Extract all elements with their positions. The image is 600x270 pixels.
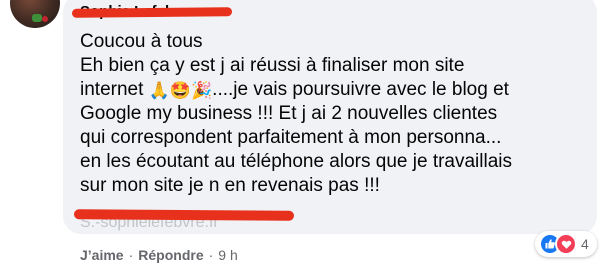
love-icon bbox=[555, 233, 577, 255]
avatar-detail-green bbox=[32, 14, 42, 22]
comment-line: internet 🙏🤩🎉....je vais poursuivre avec … bbox=[80, 78, 590, 102]
reactions-summary[interactable]: 4 bbox=[535, 231, 597, 257]
party-popper-emoji: 🎉 bbox=[191, 81, 213, 100]
separator-dot: · bbox=[128, 247, 134, 263]
folded-hands-emoji: 🙏 bbox=[148, 81, 170, 100]
like-button[interactable]: J’aime bbox=[80, 247, 124, 263]
redaction-mark-signature bbox=[73, 209, 295, 221]
avatar-detail-red bbox=[42, 16, 48, 22]
redaction-mark-author bbox=[71, 7, 233, 18]
reply-button[interactable]: Répondre bbox=[138, 247, 203, 263]
comment-line-start: internet bbox=[80, 79, 149, 100]
comment-line: en les écoutant au téléphone alors que j… bbox=[80, 151, 513, 172]
comment-line-end: ....je vais poursuivre avec le blog et bbox=[212, 79, 509, 100]
comment-line: Eh bien ça y est j ai réussi à finaliser… bbox=[80, 55, 465, 76]
comment-line: Coucou à tous bbox=[80, 31, 203, 52]
reaction-count: 4 bbox=[581, 236, 589, 252]
comment-line: qui correspondent parfaitement à mon per… bbox=[80, 127, 502, 148]
separator-dot: · bbox=[208, 247, 214, 263]
comment-line: Google my business !!! Et j ai 2 nouvell… bbox=[80, 103, 498, 124]
comment-text: Coucou à tous Eh bien ça y est j ai réus… bbox=[80, 30, 590, 198]
star-struck-emoji: 🤩 bbox=[169, 81, 191, 100]
comment-timestamp[interactable]: 9 h bbox=[218, 247, 237, 263]
comment-actions: J’aime · Répondre · 9 h bbox=[80, 247, 238, 263]
avatar[interactable] bbox=[10, 0, 60, 28]
comment-line: sur mon site je n en revenais pas !!! bbox=[80, 175, 380, 196]
facebook-comment: Sophie Lefebvre Coucou à tous Eh bien ça… bbox=[0, 0, 600, 270]
